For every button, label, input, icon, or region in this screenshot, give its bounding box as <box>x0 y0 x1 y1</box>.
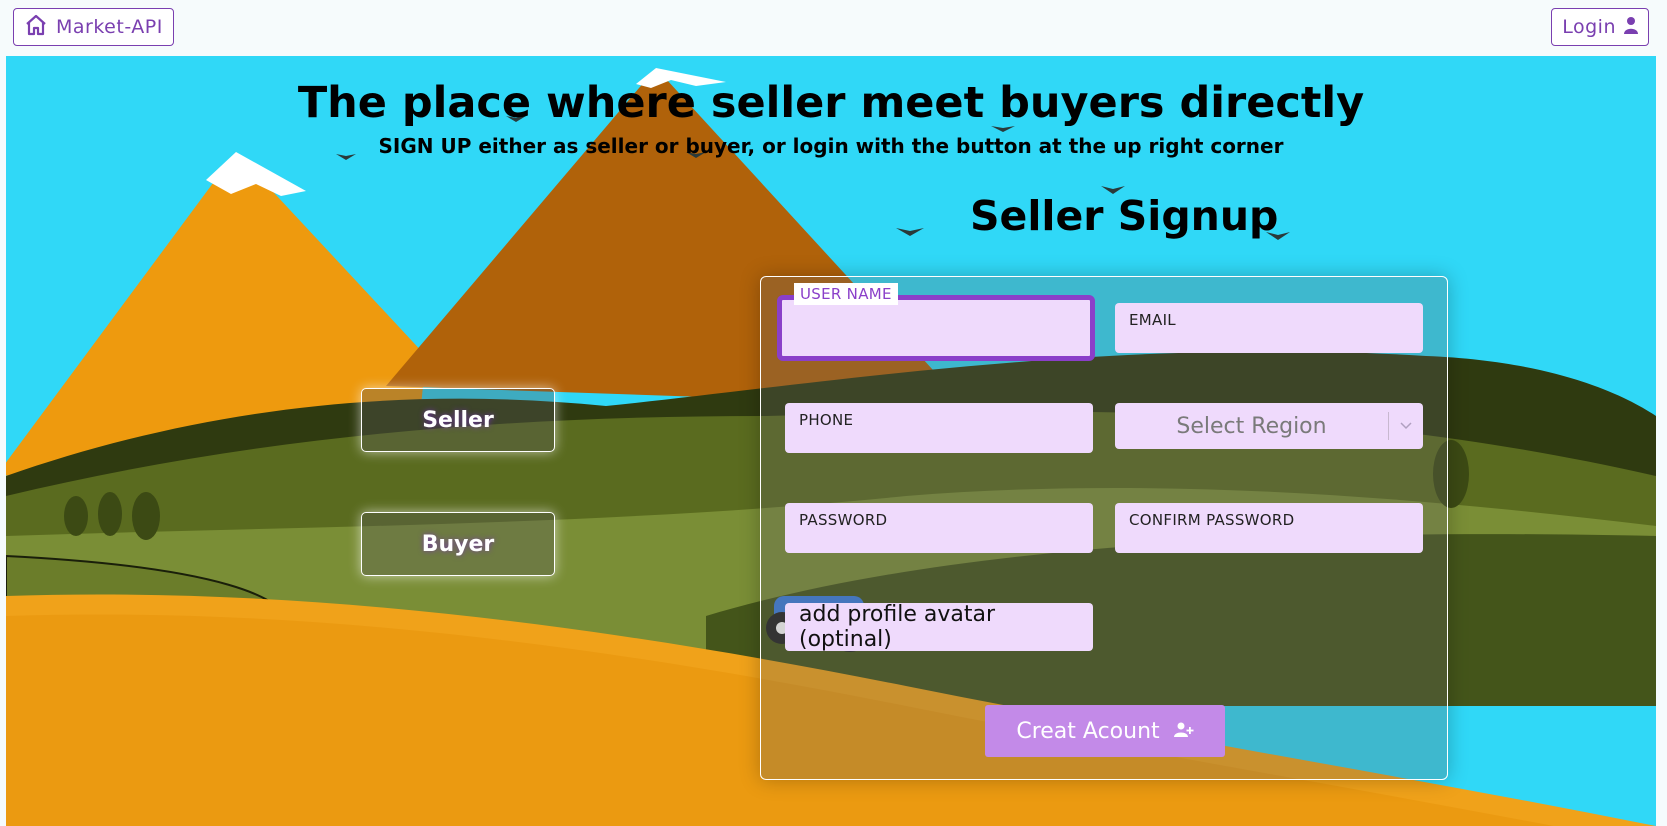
buyer-button[interactable]: Buyer <box>361 512 555 576</box>
username-field[interactable]: USER NAME <box>777 283 1095 361</box>
chevron-down-icon[interactable] <box>1389 422 1423 430</box>
hero-scene: The place where seller meet buyers direc… <box>6 56 1656 826</box>
phone-label: PHONE <box>799 411 854 429</box>
user-plus-icon <box>1173 719 1194 744</box>
navbar: Market-API Login <box>0 0 1667 56</box>
phone-field[interactable]: PHONE <box>785 403 1093 453</box>
signup-form: USER NAME EMAIL PHONE Select Region PASS… <box>760 276 1448 780</box>
confirm-password-label: CONFIRM PASSWORD <box>1129 511 1295 529</box>
password-field[interactable]: PASSWORD <box>785 503 1093 553</box>
hero-subtitle: SIGN UP either as seller or buyer, or lo… <box>378 134 1284 158</box>
region-select[interactable]: Select Region <box>1115 403 1423 449</box>
avatar-label: add profile avatar (optinal) <box>799 602 996 652</box>
confirm-password-field[interactable]: CONFIRM PASSWORD <box>1115 503 1423 553</box>
seller-button[interactable]: Seller <box>361 388 555 452</box>
home-icon <box>24 13 48 42</box>
username-label: USER NAME <box>794 283 898 305</box>
login-button[interactable]: Login <box>1551 8 1649 46</box>
home-button[interactable]: Market-API <box>13 8 174 46</box>
signup-title: Seller Signup <box>970 192 1279 240</box>
hero-title: The place where seller meet buyers direc… <box>297 78 1365 128</box>
login-label: Login <box>1562 16 1616 38</box>
create-account-label: Creat Acount <box>1016 718 1160 744</box>
home-label: Market-API <box>56 16 163 38</box>
region-placeholder: Select Region <box>1176 413 1327 439</box>
user-icon <box>1624 16 1638 39</box>
email-field[interactable]: EMAIL <box>1115 303 1423 353</box>
avatar-upload-button[interactable]: add profile avatar (optinal) <box>785 602 1093 652</box>
create-account-button[interactable]: Creat Acount <box>985 705 1225 757</box>
password-label: PASSWORD <box>799 511 888 529</box>
email-label: EMAIL <box>1129 311 1176 329</box>
